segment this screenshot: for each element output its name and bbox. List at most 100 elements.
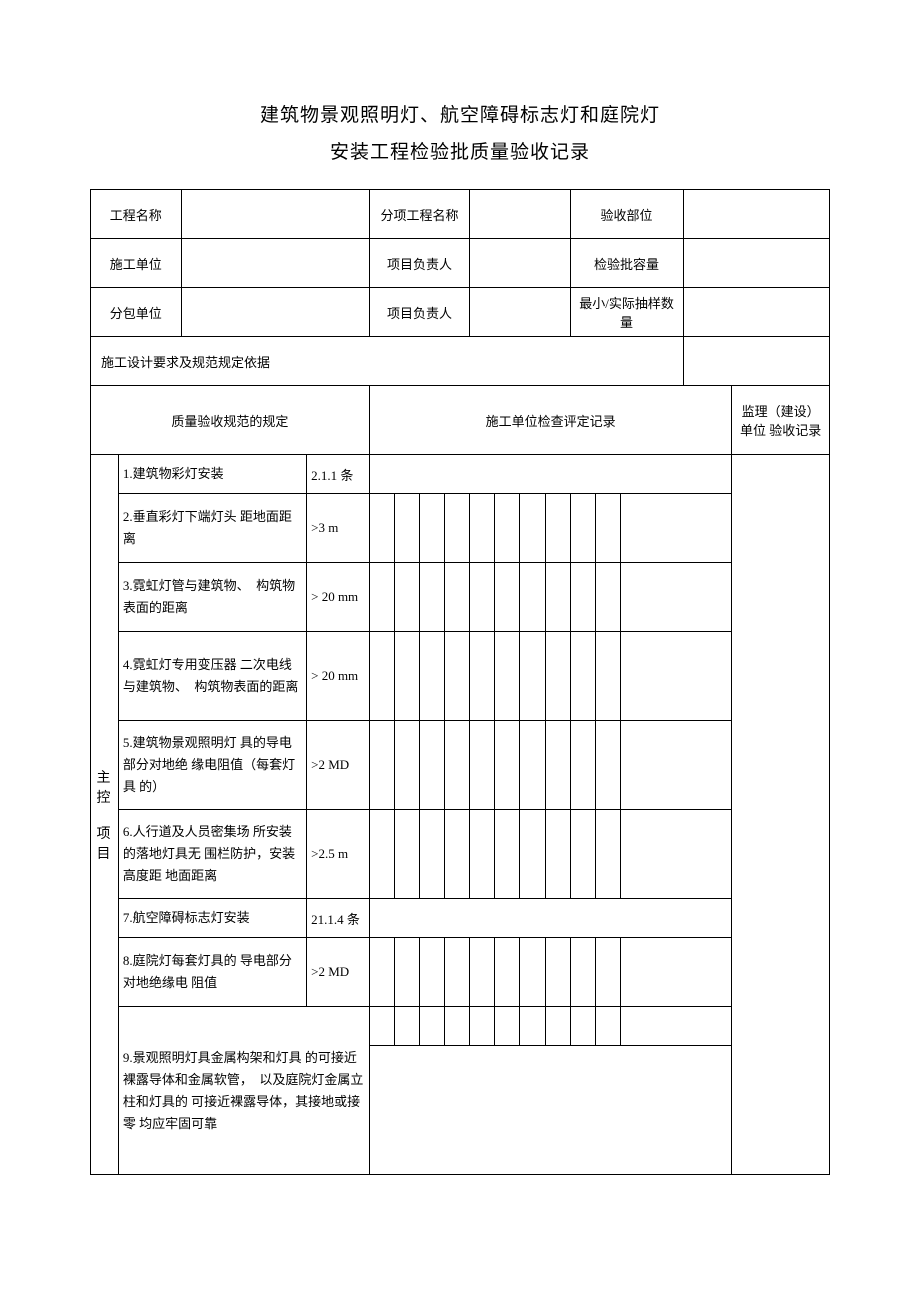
check-cell[interactable] — [545, 494, 570, 563]
spec-column-header: 质量验收规范的规定 — [91, 386, 370, 455]
check-cell[interactable] — [420, 938, 445, 1007]
check-cell[interactable] — [420, 810, 445, 899]
check-cell[interactable] — [495, 632, 520, 721]
check-cell[interactable] — [520, 721, 545, 810]
batch-capacity-value[interactable] — [683, 239, 829, 288]
check-summary[interactable] — [620, 938, 732, 1007]
accept-part-value[interactable] — [683, 190, 829, 239]
check-cell[interactable] — [369, 938, 394, 1007]
check-cell[interactable] — [495, 810, 520, 899]
check-cell[interactable] — [394, 938, 419, 1007]
check-cell[interactable] — [420, 632, 445, 721]
check-summary[interactable] — [620, 494, 732, 563]
check-cell[interactable] — [495, 1007, 520, 1046]
basis-value[interactable] — [683, 337, 829, 386]
construct-unit-value[interactable] — [181, 239, 369, 288]
check-cell[interactable] — [369, 721, 394, 810]
check-cell[interactable] — [420, 563, 445, 632]
check-cell[interactable] — [495, 563, 520, 632]
check-cell[interactable] — [595, 563, 620, 632]
check-summary[interactable] — [620, 632, 732, 721]
check-cell[interactable] — [570, 810, 595, 899]
check-cell[interactable] — [420, 721, 445, 810]
check-cell[interactable] — [420, 1007, 445, 1046]
sub-unit-value[interactable] — [181, 288, 369, 337]
check-cell[interactable] — [445, 721, 470, 810]
check-cell[interactable] — [520, 1007, 545, 1046]
check-cell[interactable] — [470, 938, 495, 1007]
section-main-control: 主 控 项 目 — [91, 455, 119, 1175]
item-desc: 9.景观照明灯具金属构架和灯具 的可接近裸露导体和金属软管， 以及庭院灯金属立柱… — [118, 1007, 369, 1175]
check-cell[interactable] — [595, 1007, 620, 1046]
item-std: >3 m — [307, 494, 370, 563]
check-summary[interactable] — [620, 1007, 732, 1046]
check-cell[interactable] — [520, 494, 545, 563]
check-cell[interactable] — [369, 632, 394, 721]
pm2-value[interactable] — [470, 288, 570, 337]
check-cell[interactable] — [570, 721, 595, 810]
check-cell[interactable] — [495, 494, 520, 563]
check-cell[interactable] — [595, 938, 620, 1007]
check-cell[interactable] — [394, 810, 419, 899]
check-cell[interactable] — [445, 563, 470, 632]
check-cell[interactable] — [520, 938, 545, 1007]
check-cell[interactable] — [595, 632, 620, 721]
check-summary[interactable] — [620, 721, 732, 810]
check-cell[interactable] — [545, 632, 570, 721]
check-cell[interactable] — [570, 632, 595, 721]
check-cell[interactable] — [570, 494, 595, 563]
item-desc: 4.霓虹灯专用变压器 二次电线与建筑物、 构筑物表面的距离 — [118, 632, 306, 721]
check-cell[interactable] — [445, 632, 470, 721]
check-cell[interactable] — [545, 721, 570, 810]
item-desc: 7.航空障碍标志灯安装 — [118, 899, 306, 938]
check-summary[interactable] — [620, 810, 732, 899]
check-cell[interactable] — [445, 938, 470, 1007]
check-cell[interactable] — [470, 721, 495, 810]
check-record[interactable] — [369, 455, 731, 494]
check-cell[interactable] — [570, 938, 595, 1007]
check-cell[interactable] — [394, 632, 419, 721]
check-cell[interactable] — [394, 563, 419, 632]
check-cell[interactable] — [470, 810, 495, 899]
check-cell[interactable] — [545, 563, 570, 632]
check-cell[interactable] — [495, 938, 520, 1007]
accept-part-label: 验收部位 — [570, 190, 683, 239]
check-cell[interactable] — [545, 810, 570, 899]
item-desc: 8.庭院灯每套灯具的 导电部分对地绝缘电 阻值 — [118, 938, 306, 1007]
check-record[interactable] — [369, 1046, 731, 1175]
check-cell[interactable] — [595, 494, 620, 563]
supervise-record[interactable] — [732, 455, 830, 1175]
check-cell[interactable] — [570, 1007, 595, 1046]
check-cell[interactable] — [445, 1007, 470, 1046]
check-cell[interactable] — [520, 810, 545, 899]
check-cell[interactable] — [470, 632, 495, 721]
project-name[interactable] — [181, 190, 369, 239]
check-cell[interactable] — [369, 494, 394, 563]
min-actual-value[interactable] — [683, 288, 829, 337]
check-cell[interactable] — [520, 563, 545, 632]
check-cell[interactable] — [520, 632, 545, 721]
check-cell[interactable] — [394, 494, 419, 563]
check-record[interactable] — [369, 899, 731, 938]
check-cell[interactable] — [470, 1007, 495, 1046]
check-cell[interactable] — [495, 721, 520, 810]
check-cell[interactable] — [445, 494, 470, 563]
check-cell[interactable] — [545, 938, 570, 1007]
check-cell[interactable] — [570, 563, 595, 632]
check-cell[interactable] — [394, 721, 419, 810]
check-cell[interactable] — [394, 1007, 419, 1046]
check-cell[interactable] — [369, 810, 394, 899]
check-cell[interactable] — [595, 721, 620, 810]
check-cell[interactable] — [595, 810, 620, 899]
inspection-form: 工程名称 分项工程名称 验收部位 施工单位 项目负责人 检验批容量 分包单位 项… — [90, 189, 830, 1175]
pm-value[interactable] — [470, 239, 570, 288]
check-cell[interactable] — [470, 563, 495, 632]
check-cell[interactable] — [445, 810, 470, 899]
subitem-value[interactable] — [470, 190, 570, 239]
check-cell[interactable] — [369, 563, 394, 632]
check-cell[interactable] — [545, 1007, 570, 1046]
check-cell[interactable] — [470, 494, 495, 563]
check-summary[interactable] — [620, 563, 732, 632]
check-cell[interactable] — [420, 494, 445, 563]
check-cell[interactable] — [369, 1007, 394, 1046]
